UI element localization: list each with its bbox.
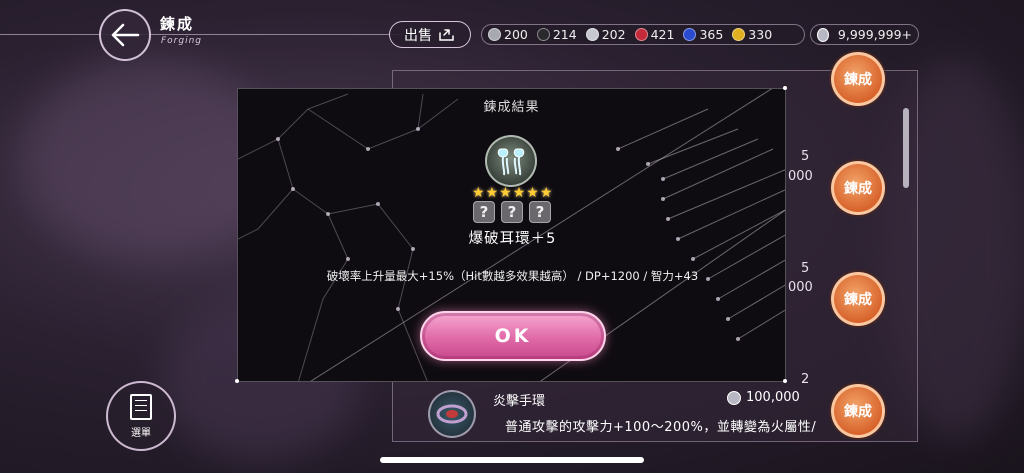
star-icon: ★ (526, 185, 539, 201)
star-icon: ★ (512, 185, 526, 201)
forge-button[interactable]: 鍊成 (831, 52, 885, 106)
resource-blue-gem: 365 (683, 27, 723, 42)
resource-value: 421 (650, 27, 675, 42)
gold-gem-icon (732, 28, 746, 41)
header-line (0, 34, 400, 35)
currency-coin-icon (727, 390, 741, 405)
resource-value: 330 (748, 27, 773, 42)
star-icon: ★ (472, 185, 485, 201)
unknown-slot: ? (529, 201, 551, 223)
sell-label: 出售 (404, 27, 432, 44)
export-icon (439, 28, 454, 41)
list-item-count: 5 (801, 149, 810, 164)
list-item-cost-value: 100,000 (746, 390, 800, 405)
menu-book-icon (130, 393, 152, 420)
resource-value: 202 (601, 27, 626, 42)
forge-button[interactable]: 鍊成 (831, 384, 885, 438)
page-title: 鍊成 (160, 15, 195, 33)
resource-bar: 200 214 202 421 365 330 (481, 24, 805, 45)
home-indicator[interactable] (380, 457, 644, 463)
resource-value: 365 (699, 27, 724, 42)
list-item-cost: 000 (788, 280, 813, 295)
ok-button[interactable]: OK (420, 311, 606, 361)
resource-value: 200 (504, 27, 528, 42)
dialog-title: 鍊成結果 (483, 100, 540, 115)
forge-button[interactable]: 鍊成 (831, 272, 885, 326)
dialog-corner-dot (783, 86, 787, 90)
resource-red-gem: 421 (634, 27, 675, 42)
black-gem-icon (536, 28, 550, 41)
star-icon: ★ (485, 185, 499, 201)
list-item-count: 5 (801, 261, 810, 276)
result-item-effect: 破壞率上升量最大+15%（Hit數越多效果越高） / DP+1200 / 智力+… (326, 269, 699, 283)
menu-button[interactable]: 選單 (106, 381, 176, 451)
currency-value: 9,999,999+ (837, 27, 912, 42)
rarity-stars: ★ ★ ★ ★ ★ ★ (472, 186, 552, 200)
list-item-description: 普通攻擊的攻擊力+100～200%，並轉變為火屬性/ (505, 420, 817, 435)
sell-button[interactable]: 出售 (389, 21, 471, 48)
blue-gem-icon (683, 28, 697, 41)
gray-gem-icon (488, 28, 501, 41)
list-item-name: 炎擊手環 (493, 394, 546, 409)
red-gem-icon (634, 28, 648, 41)
earring-icon (485, 135, 537, 187)
star-icon: ★ (539, 185, 553, 201)
unknown-slot: ? (501, 201, 523, 223)
resource-silver-gem: 202 (585, 27, 626, 42)
list-item-cost: 000 (788, 169, 813, 184)
back-arrow-icon (111, 23, 140, 47)
unknown-slots: ? ? ? (473, 201, 551, 223)
bracelet-icon (428, 390, 476, 438)
currency-coin-icon (817, 27, 829, 42)
dialog-corner-dot (783, 379, 787, 383)
resource-gold-gem: 330 (732, 27, 772, 42)
resource-value: 214 (552, 27, 577, 42)
dialog-corner-dot (235, 379, 239, 383)
list-item-count: 2 (801, 372, 810, 387)
resource-black-gem: 214 (536, 27, 577, 42)
forge-button[interactable]: 鍊成 (831, 161, 885, 215)
currency-bar: 9,999,999+ (810, 24, 919, 45)
resource-gray-gem: 200 (488, 27, 528, 42)
page-subtitle: Forging (161, 36, 203, 46)
menu-label: 選單 (131, 427, 151, 439)
list-scrollbar[interactable] (903, 108, 909, 188)
list-item-cost: 100,000 (727, 390, 800, 405)
star-icon: ★ (499, 185, 512, 201)
forge-result-dialog: 鍊成結果 ★ ★ ★ ★ ★ ★ ? ? ? 爆破耳環＋5 破壞率上升量最大+15%（Hi… (237, 88, 786, 382)
silver-gem-icon (585, 28, 599, 41)
unknown-slot: ? (473, 201, 495, 223)
back-button[interactable] (99, 9, 151, 61)
result-item-name: 爆破耳環＋5 (468, 231, 557, 247)
